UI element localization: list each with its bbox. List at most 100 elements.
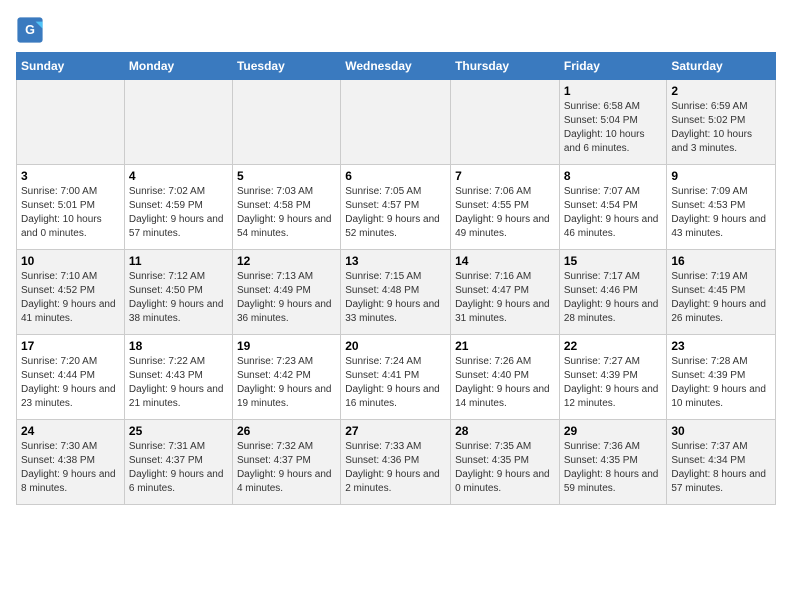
day-number: 18 bbox=[129, 339, 228, 353]
day-number: 15 bbox=[564, 254, 663, 268]
day-info: Sunrise: 7:35 AM Sunset: 4:35 PM Dayligh… bbox=[455, 440, 555, 496]
day-info: Sunrise: 7:30 AM Sunset: 4:38 PM Dayligh… bbox=[21, 440, 120, 496]
logo: G bbox=[16, 16, 48, 44]
calendar-cell: 25 Sunrise: 7:31 AM Sunset: 4:37 PM Dayli… bbox=[124, 420, 232, 505]
day-number: 1 bbox=[564, 84, 663, 98]
page-header: G bbox=[16, 16, 776, 44]
day-info: Sunrise: 7:36 AM Sunset: 4:35 PM Dayligh… bbox=[564, 440, 663, 496]
day-info: Sunrise: 7:19 AM Sunset: 4:45 PM Dayligh… bbox=[671, 270, 771, 326]
day-number: 10 bbox=[21, 254, 120, 268]
calendar-cell: 19Sunrise: 7:23 AM Sunset: 4:42 PM Dayli… bbox=[232, 335, 340, 420]
day-number: 29 bbox=[564, 424, 663, 438]
day-info: Sunrise: 6:58 AM Sunset: 5:04 PM Dayligh… bbox=[564, 100, 663, 156]
calendar-cell: 6 Sunrise: 7:05 AM Sunset: 4:57 PM Daylig… bbox=[341, 165, 451, 250]
calendar-cell: 29 Sunrise: 7:36 AM Sunset: 4:35 PM Dayli… bbox=[559, 420, 667, 505]
day-info: Sunrise: 7:32 AM Sunset: 4:37 PM Dayligh… bbox=[237, 440, 336, 496]
day-number: 30 bbox=[671, 424, 771, 438]
day-number: 6 bbox=[345, 169, 446, 183]
day-info: Sunrise: 7:06 AM Sunset: 4:55 PM Dayligh… bbox=[455, 185, 555, 241]
calendar-cell: 5Sunrise: 7:03 AM Sunset: 4:58 PM Daylig… bbox=[232, 165, 340, 250]
column-header-friday: Friday bbox=[559, 53, 667, 80]
day-info: Sunrise: 7:33 AM Sunset: 4:36 PM Dayligh… bbox=[345, 440, 446, 496]
day-info: Sunrise: 7:17 AM Sunset: 4:46 PM Dayligh… bbox=[564, 270, 663, 326]
day-info: Sunrise: 7:02 AM Sunset: 4:59 PM Dayligh… bbox=[129, 185, 228, 241]
day-info: Sunrise: 7:10 AM Sunset: 4:52 PM Dayligh… bbox=[21, 270, 120, 326]
day-number: 7 bbox=[455, 169, 555, 183]
column-header-thursday: Thursday bbox=[451, 53, 560, 80]
day-number: 21 bbox=[455, 339, 555, 353]
calendar-week-row: 1 Sunrise: 6:58 AM Sunset: 5:04 PM Daylig… bbox=[17, 80, 776, 165]
calendar-cell: 21 Sunrise: 7:26 AM Sunset: 4:40 PM Dayli… bbox=[451, 335, 560, 420]
column-header-wednesday: Wednesday bbox=[341, 53, 451, 80]
calendar-week-row: 24 Sunrise: 7:30 AM Sunset: 4:38 PM Dayli… bbox=[17, 420, 776, 505]
day-info: Sunrise: 7:26 AM Sunset: 4:40 PM Dayligh… bbox=[455, 355, 555, 411]
calendar-cell: 1 Sunrise: 6:58 AM Sunset: 5:04 PM Daylig… bbox=[559, 80, 667, 165]
calendar-week-row: 10 Sunrise: 7:10 AM Sunset: 4:52 PM Dayli… bbox=[17, 250, 776, 335]
day-number: 13 bbox=[345, 254, 446, 268]
day-info: Sunrise: 7:09 AM Sunset: 4:53 PM Dayligh… bbox=[671, 185, 771, 241]
day-info: Sunrise: 7:23 AM Sunset: 4:42 PM Dayligh… bbox=[237, 355, 336, 411]
calendar-table: SundayMondayTuesdayWednesdayThursdayFrid… bbox=[16, 52, 776, 505]
day-number: 3 bbox=[21, 169, 120, 183]
day-number: 8 bbox=[564, 169, 663, 183]
day-number: 24 bbox=[21, 424, 120, 438]
calendar-cell: 22 Sunrise: 7:27 AM Sunset: 4:39 PM Dayli… bbox=[559, 335, 667, 420]
day-info: Sunrise: 7:13 AM Sunset: 4:49 PM Dayligh… bbox=[237, 270, 336, 326]
day-info: Sunrise: 7:00 AM Sunset: 5:01 PM Dayligh… bbox=[21, 185, 120, 241]
calendar-cell: 15 Sunrise: 7:17 AM Sunset: 4:46 PM Dayli… bbox=[559, 250, 667, 335]
day-info: Sunrise: 7:07 AM Sunset: 4:54 PM Dayligh… bbox=[564, 185, 663, 241]
calendar-header-row: SundayMondayTuesdayWednesdayThursdayFrid… bbox=[17, 53, 776, 80]
logo-icon: G bbox=[16, 16, 44, 44]
calendar-cell bbox=[232, 80, 340, 165]
day-number: 23 bbox=[671, 339, 771, 353]
day-info: Sunrise: 6:59 AM Sunset: 5:02 PM Dayligh… bbox=[671, 100, 771, 156]
day-number: 11 bbox=[129, 254, 228, 268]
column-header-sunday: Sunday bbox=[17, 53, 125, 80]
day-number: 20 bbox=[345, 339, 446, 353]
column-header-saturday: Saturday bbox=[667, 53, 776, 80]
svg-text:G: G bbox=[25, 23, 35, 37]
day-info: Sunrise: 7:24 AM Sunset: 4:41 PM Dayligh… bbox=[345, 355, 446, 411]
day-info: Sunrise: 7:12 AM Sunset: 4:50 PM Dayligh… bbox=[129, 270, 228, 326]
calendar-cell bbox=[451, 80, 560, 165]
calendar-cell: 18 Sunrise: 7:22 AM Sunset: 4:43 PM Dayli… bbox=[124, 335, 232, 420]
day-number: 28 bbox=[455, 424, 555, 438]
calendar-cell: 7 Sunrise: 7:06 AM Sunset: 4:55 PM Daylig… bbox=[451, 165, 560, 250]
calendar-cell: 27 Sunrise: 7:33 AM Sunset: 4:36 PM Dayli… bbox=[341, 420, 451, 505]
day-info: Sunrise: 7:05 AM Sunset: 4:57 PM Dayligh… bbox=[345, 185, 446, 241]
day-number: 5 bbox=[237, 169, 336, 183]
day-number: 16 bbox=[671, 254, 771, 268]
calendar-cell: 16 Sunrise: 7:19 AM Sunset: 4:45 PM Dayli… bbox=[667, 250, 776, 335]
day-info: Sunrise: 7:16 AM Sunset: 4:47 PM Dayligh… bbox=[455, 270, 555, 326]
calendar-cell: 23Sunrise: 7:28 AM Sunset: 4:39 PM Dayli… bbox=[667, 335, 776, 420]
day-info: Sunrise: 7:31 AM Sunset: 4:37 PM Dayligh… bbox=[129, 440, 228, 496]
calendar-week-row: 3 Sunrise: 7:00 AM Sunset: 5:01 PM Daylig… bbox=[17, 165, 776, 250]
day-info: Sunrise: 7:37 AM Sunset: 4:34 PM Dayligh… bbox=[671, 440, 771, 496]
calendar-cell: 14 Sunrise: 7:16 AM Sunset: 4:47 PM Dayli… bbox=[451, 250, 560, 335]
column-header-tuesday: Tuesday bbox=[232, 53, 340, 80]
calendar-week-row: 17 Sunrise: 7:20 AM Sunset: 4:44 PM Dayli… bbox=[17, 335, 776, 420]
calendar-cell: 10 Sunrise: 7:10 AM Sunset: 4:52 PM Dayli… bbox=[17, 250, 125, 335]
calendar-cell: 24 Sunrise: 7:30 AM Sunset: 4:38 PM Dayli… bbox=[17, 420, 125, 505]
day-number: 14 bbox=[455, 254, 555, 268]
calendar-cell: 4Sunrise: 7:02 AM Sunset: 4:59 PM Daylig… bbox=[124, 165, 232, 250]
calendar-cell: 30 Sunrise: 7:37 AM Sunset: 4:34 PM Dayli… bbox=[667, 420, 776, 505]
day-number: 26 bbox=[237, 424, 336, 438]
calendar-cell bbox=[341, 80, 451, 165]
day-info: Sunrise: 7:20 AM Sunset: 4:44 PM Dayligh… bbox=[21, 355, 120, 411]
column-header-monday: Monday bbox=[124, 53, 232, 80]
calendar-cell: 20 Sunrise: 7:24 AM Sunset: 4:41 PM Dayli… bbox=[341, 335, 451, 420]
day-number: 2 bbox=[671, 84, 771, 98]
day-number: 25 bbox=[129, 424, 228, 438]
calendar-cell: 26 Sunrise: 7:32 AM Sunset: 4:37 PM Dayli… bbox=[232, 420, 340, 505]
day-number: 17 bbox=[21, 339, 120, 353]
day-number: 12 bbox=[237, 254, 336, 268]
day-info: Sunrise: 7:27 AM Sunset: 4:39 PM Dayligh… bbox=[564, 355, 663, 411]
calendar-cell: 13Sunrise: 7:15 AM Sunset: 4:48 PM Dayli… bbox=[341, 250, 451, 335]
day-info: Sunrise: 7:22 AM Sunset: 4:43 PM Dayligh… bbox=[129, 355, 228, 411]
day-number: 27 bbox=[345, 424, 446, 438]
calendar-cell: 9Sunrise: 7:09 AM Sunset: 4:53 PM Daylig… bbox=[667, 165, 776, 250]
calendar-cell: 28 Sunrise: 7:35 AM Sunset: 4:35 PM Dayli… bbox=[451, 420, 560, 505]
day-number: 22 bbox=[564, 339, 663, 353]
calendar-cell: 11 Sunrise: 7:12 AM Sunset: 4:50 PM Dayli… bbox=[124, 250, 232, 335]
